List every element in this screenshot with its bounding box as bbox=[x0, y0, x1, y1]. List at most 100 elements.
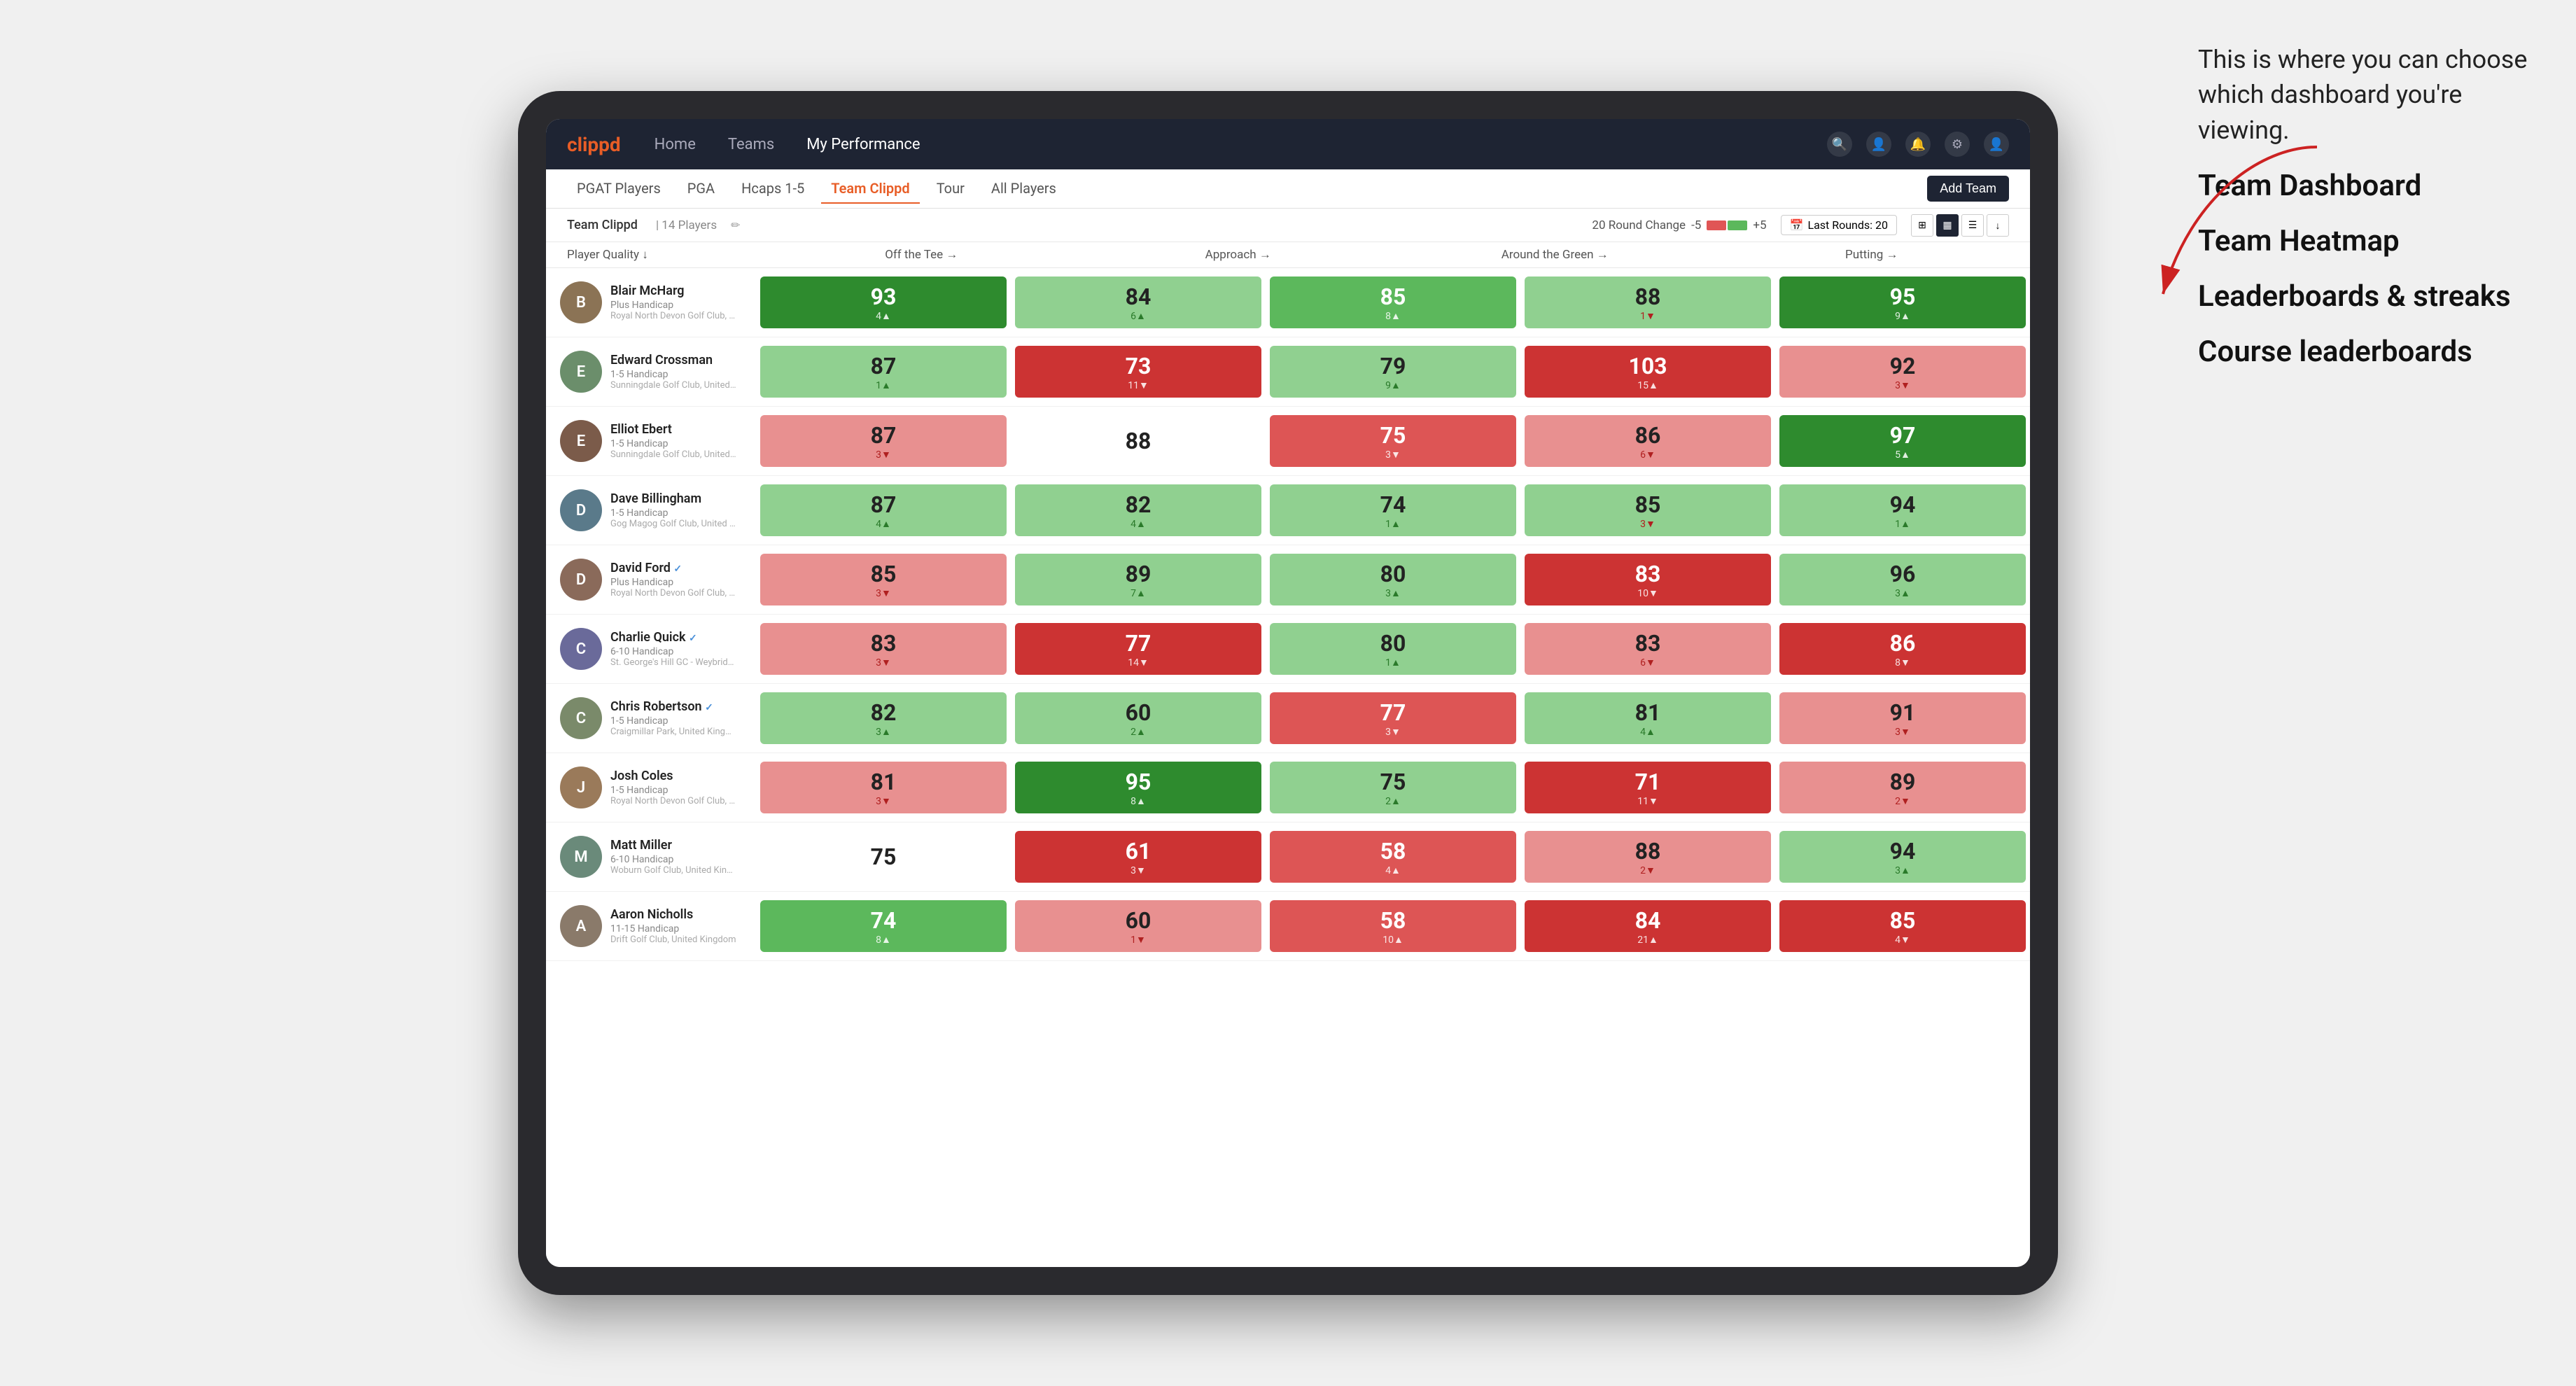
metric-change: 6▼ bbox=[1640, 657, 1656, 668]
player-info: E Edward Crossman 1-5 Handicap Sunningda… bbox=[560, 351, 756, 393]
tab-hcaps[interactable]: Hcaps 1-5 bbox=[732, 174, 814, 204]
player-info: C Charlie Quick ✓ 6-10 Handicap St. Geor… bbox=[560, 628, 756, 670]
metric-change: 9▲ bbox=[1385, 379, 1401, 391]
nav-teams[interactable]: Teams bbox=[722, 133, 780, 156]
player-name: David Ford ✓ bbox=[610, 561, 756, 575]
metric-change: 10▼ bbox=[1637, 587, 1658, 599]
metric-change: 3▼ bbox=[1385, 726, 1401, 738]
settings-icon[interactable]: ⚙ bbox=[1945, 132, 1970, 157]
metric-value: 85 bbox=[871, 561, 897, 587]
metric-cell: 83 6▼ bbox=[1525, 623, 1771, 675]
player-row[interactable]: E Edward Crossman 1-5 Handicap Sunningda… bbox=[546, 337, 2030, 407]
player-handicap: Plus Handicap bbox=[610, 300, 756, 311]
metric-change: 11▼ bbox=[1128, 379, 1149, 391]
player-handicap: 1-5 Handicap bbox=[610, 438, 756, 449]
metric-cell: 58 4▲ bbox=[1270, 831, 1516, 883]
player-row[interactable]: J Josh Coles 1-5 Handicap Royal North De… bbox=[546, 753, 2030, 822]
bar-red bbox=[1707, 220, 1726, 230]
view-download-icon[interactable]: ↓ bbox=[1987, 214, 2009, 237]
metric-value: 93 bbox=[871, 284, 897, 310]
edit-team-icon[interactable]: ✏ bbox=[731, 218, 740, 232]
player-avatar: M bbox=[560, 836, 602, 878]
metric-cell: 85 3▼ bbox=[1525, 484, 1771, 536]
bell-icon[interactable]: 🔔 bbox=[1905, 132, 1931, 157]
tablet-screen: clippd Home Teams My Performance 🔍 👤 🔔 ⚙… bbox=[546, 119, 2030, 1267]
nav-home[interactable]: Home bbox=[649, 133, 701, 156]
metric-value: 77 bbox=[1126, 630, 1152, 657]
metric-cell: 84 6▲ bbox=[1015, 276, 1261, 328]
logo[interactable]: clippd bbox=[567, 133, 621, 156]
tab-team-clippd[interactable]: Team Clippd bbox=[821, 174, 919, 204]
metric-change: 3▼ bbox=[876, 795, 891, 807]
metric-change: 8▼ bbox=[1895, 657, 1910, 668]
player-name: Aaron Nicholls bbox=[610, 907, 756, 922]
player-table: B Blair McHarg Plus Handicap Royal North… bbox=[546, 268, 2030, 961]
metric-value: 60 bbox=[1126, 907, 1152, 934]
nav-my-performance[interactable]: My Performance bbox=[801, 133, 925, 156]
player-row[interactable]: D Dave Billingham 1-5 Handicap Gog Magog… bbox=[546, 476, 2030, 545]
metric-value: 87 bbox=[871, 353, 897, 379]
player-avatar: J bbox=[560, 766, 602, 808]
metric-change: 4▲ bbox=[1640, 726, 1656, 738]
player-avatar: C bbox=[560, 697, 602, 739]
metric-value: 80 bbox=[1380, 630, 1406, 657]
player-club: Sunningdale Golf Club, United Kingdom bbox=[610, 380, 736, 391]
tab-tour[interactable]: Tour bbox=[927, 174, 974, 204]
add-team-button[interactable]: Add Team bbox=[1927, 176, 2009, 202]
profile-icon[interactable]: 👤 bbox=[1866, 132, 1891, 157]
view-list-icon[interactable]: ☰ bbox=[1961, 214, 1984, 237]
avatar-icon[interactable]: 👤 bbox=[1984, 132, 2009, 157]
tab-pgat-players[interactable]: PGAT Players bbox=[567, 174, 671, 204]
metric-value: 85 bbox=[1635, 491, 1661, 518]
player-info: J Josh Coles 1-5 Handicap Royal North De… bbox=[560, 766, 756, 808]
view-grid-icon[interactable]: ⊞ bbox=[1911, 214, 1933, 237]
player-handicap: 1-5 Handicap bbox=[610, 369, 756, 380]
player-row[interactable]: A Aaron Nicholls 11-15 Handicap Drift Go… bbox=[546, 892, 2030, 961]
metric-cell: 88 2▼ bbox=[1525, 831, 1771, 883]
metric-cell: 95 8▲ bbox=[1015, 762, 1261, 813]
player-info: B Blair McHarg Plus Handicap Royal North… bbox=[560, 281, 756, 323]
player-row[interactable]: D David Ford ✓ Plus Handicap Royal North… bbox=[546, 545, 2030, 615]
metric-value: 77 bbox=[1380, 699, 1406, 726]
metric-cell: 83 10▼ bbox=[1525, 554, 1771, 606]
metric-cell: 58 10▲ bbox=[1270, 900, 1516, 952]
metric-change: 3▼ bbox=[1385, 449, 1401, 461]
metric-value: 88 bbox=[1126, 428, 1152, 454]
metric-cell: 94 3▲ bbox=[1779, 831, 2026, 883]
metric-change: 3▲ bbox=[876, 726, 891, 738]
metric-value: 61 bbox=[1126, 838, 1152, 864]
player-row[interactable]: M Matt Miller 6-10 Handicap Woburn Golf … bbox=[546, 822, 2030, 892]
view-heatmap-icon[interactable]: ▦ bbox=[1936, 214, 1959, 237]
metric-cell: 74 8▲ bbox=[760, 900, 1007, 952]
metric-value: 89 bbox=[1126, 561, 1152, 587]
player-info: D David Ford ✓ Plus Handicap Royal North… bbox=[560, 559, 756, 601]
metric-cell: 77 14▼ bbox=[1015, 623, 1261, 675]
metric-change: 10▲ bbox=[1382, 934, 1404, 946]
metric-cell: 95 9▲ bbox=[1779, 276, 2026, 328]
metric-value: 94 bbox=[1890, 491, 1916, 518]
col-header-putting: Putting → bbox=[1714, 248, 2031, 262]
tab-pga[interactable]: PGA bbox=[678, 174, 724, 204]
toolbar: Team Clippd | 14 Players ✏ 20 Round Chan… bbox=[546, 209, 2030, 242]
nav-icons: 🔍 👤 🔔 ⚙ 👤 bbox=[1827, 132, 2009, 157]
player-info: E Elliot Ebert 1-5 Handicap Sunningdale … bbox=[560, 420, 756, 462]
last-rounds-button[interactable]: 📅 Last Rounds: 20 bbox=[1781, 215, 1897, 235]
search-icon[interactable]: 🔍 bbox=[1827, 132, 1852, 157]
round-change-bars bbox=[1707, 220, 1747, 230]
player-row[interactable]: C Charlie Quick ✓ 6-10 Handicap St. Geor… bbox=[546, 615, 2030, 684]
tab-all-players[interactable]: All Players bbox=[981, 174, 1066, 204]
metric-cell: 89 7▲ bbox=[1015, 554, 1261, 606]
metric-change: 21▲ bbox=[1637, 934, 1658, 946]
bar-green bbox=[1728, 220, 1747, 230]
verified-icon: ✓ bbox=[705, 702, 713, 713]
player-row[interactable]: C Chris Robertson ✓ 1-5 Handicap Craigmi… bbox=[546, 684, 2030, 753]
metric-change: 3▼ bbox=[876, 657, 891, 668]
metric-cell: 87 3▼ bbox=[760, 415, 1007, 467]
tab-bar: PGAT Players PGA Hcaps 1-5 Team Clippd T… bbox=[546, 169, 2030, 209]
player-row[interactable]: B Blair McHarg Plus Handicap Royal North… bbox=[546, 268, 2030, 337]
metric-change: 3▼ bbox=[1640, 518, 1656, 530]
metric-value: 86 bbox=[1890, 630, 1916, 657]
player-row[interactable]: E Elliot Ebert 1-5 Handicap Sunningdale … bbox=[546, 407, 2030, 476]
metric-change: 3▼ bbox=[1895, 379, 1910, 391]
navbar: clippd Home Teams My Performance 🔍 👤 🔔 ⚙… bbox=[546, 119, 2030, 169]
